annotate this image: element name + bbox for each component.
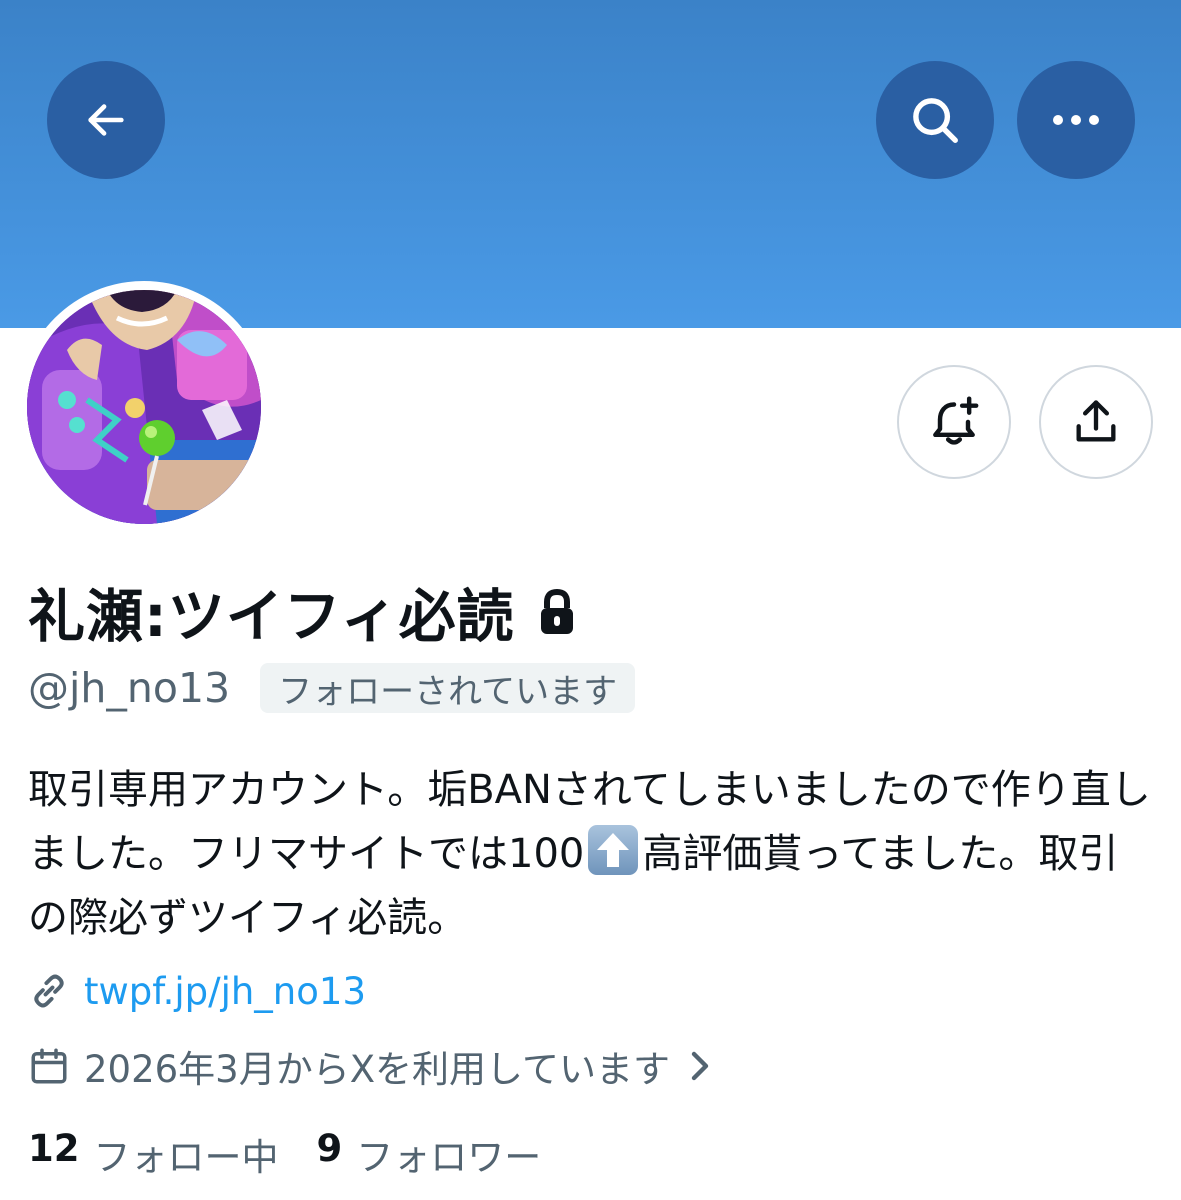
- display-name: 礼瀬:ツイフィ必読: [28, 584, 515, 650]
- followers-count: 9: [316, 1127, 343, 1170]
- calendar-icon: [28, 1045, 70, 1087]
- link-icon: [28, 970, 70, 1012]
- handle: @jh_no13: [28, 664, 231, 712]
- share-button[interactable]: [1039, 365, 1153, 479]
- joined-row[interactable]: 2026年3月からXを利用しています: [28, 1038, 712, 1094]
- search-icon: [913, 98, 958, 143]
- search-button[interactable]: [876, 61, 994, 179]
- lock-icon: [537, 588, 577, 636]
- profile-page: 礼瀬:ツイフィ必読 @jh_no13 フォローされています 取引専用アカウント。…: [0, 0, 1181, 1200]
- followers-stat[interactable]: 9 フォロワー: [317, 1127, 542, 1181]
- profile-link-row[interactable]: twpf.jp/jh_no13: [28, 963, 366, 1019]
- share-icon: [1076, 400, 1116, 442]
- more-button[interactable]: [1017, 61, 1135, 179]
- avatar-image: [27, 290, 261, 524]
- chevron-right-icon: [688, 1048, 712, 1084]
- display-name-row: 礼瀬:ツイフィ必読: [28, 572, 577, 652]
- handle-row: @jh_no13 フォローされています: [28, 660, 636, 716]
- following-count: 12: [28, 1127, 80, 1170]
- notify-button[interactable]: [897, 365, 1011, 479]
- profile-banner: [0, 0, 1181, 328]
- following-label: フォロー中: [93, 1136, 279, 1179]
- profile-link[interactable]: twpf.jp/jh_no13: [84, 970, 366, 1013]
- bio: 取引専用アカウント。垢BANされてしまいましたので作り直しました。フリマサイトで…: [28, 758, 1158, 950]
- arrow-left-icon: [88, 104, 124, 136]
- follows-you-badge: フォローされています: [260, 663, 636, 713]
- avatar[interactable]: [27, 290, 261, 524]
- following-stat[interactable]: 12 フォロー中: [28, 1127, 279, 1181]
- up-arrow-emoji: [586, 823, 640, 877]
- stats-row: 12 フォロー中 9 フォロワー: [28, 1126, 541, 1182]
- bell-plus-icon: [933, 396, 979, 445]
- followers-label: フォロワー: [356, 1136, 542, 1179]
- back-button[interactable]: [47, 61, 165, 179]
- more-horizontal-icon: [1053, 115, 1099, 125]
- joined-date: 2026年3月からXを利用しています: [84, 1048, 670, 1091]
